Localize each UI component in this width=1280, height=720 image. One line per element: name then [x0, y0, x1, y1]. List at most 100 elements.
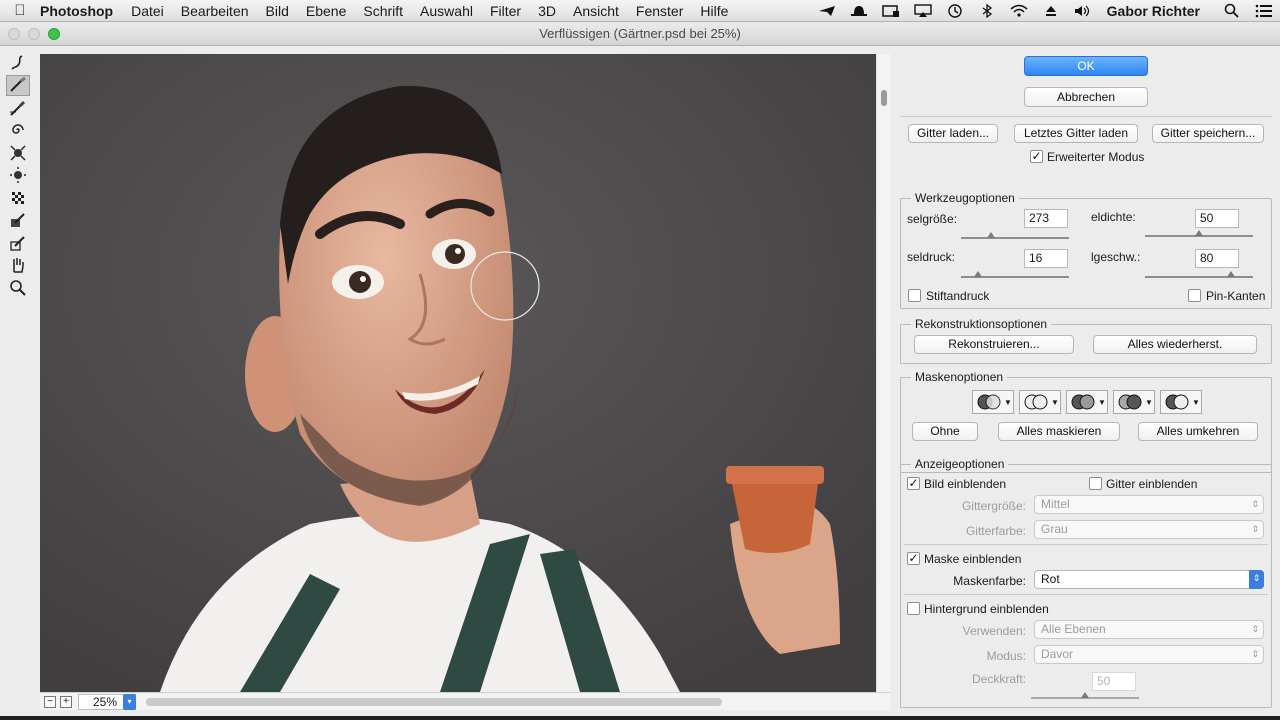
zoom-out-button[interactable]: −	[44, 695, 56, 708]
brush-size-knob[interactable]	[987, 232, 996, 238]
show-mask-label: Maske einblenden	[924, 552, 1022, 566]
mask-intersect-selection-button[interactable]: ▼	[1113, 390, 1155, 414]
zoom-dropdown-icon[interactable]: ▾	[123, 693, 136, 710]
time-machine-icon[interactable]	[939, 3, 971, 19]
close-window-button[interactable]	[8, 28, 20, 40]
zoom-in-button[interactable]: +	[60, 695, 72, 708]
pin-edges-checkbox[interactable]	[1188, 289, 1201, 302]
zoom-tool[interactable]	[6, 277, 30, 298]
hat-icon[interactable]	[843, 4, 875, 18]
mask-none-button[interactable]: Ohne	[912, 422, 978, 441]
push-left-tool[interactable]	[6, 187, 30, 208]
brush-pressure-label: seldruck:	[907, 250, 956, 264]
reconstruct-tool[interactable]	[6, 74, 30, 96]
user-name[interactable]: Gabor Richter	[1107, 3, 1200, 19]
menu-filter[interactable]: Filter	[490, 3, 521, 19]
mask-color-select[interactable]: Rot ⇕	[1034, 570, 1264, 589]
cancel-button[interactable]: Abbrechen	[1024, 87, 1148, 107]
mesh-color-value: Grau	[1041, 522, 1068, 536]
menu-hilfe[interactable]: Hilfe	[700, 3, 728, 19]
notification-center-icon[interactable]	[1248, 4, 1280, 18]
opacity-input[interactable]: 50	[1092, 672, 1136, 691]
opacity-knob[interactable]	[1081, 692, 1089, 698]
brush-pressure-knob[interactable]	[974, 271, 983, 277]
mesh-color-select[interactable]: Grau ⇕	[1034, 520, 1264, 539]
wifi-icon[interactable]	[1003, 4, 1035, 18]
advanced-mode-checkbox[interactable]: ✓	[1030, 150, 1043, 163]
minimize-window-button[interactable]	[28, 28, 40, 40]
menu-auswahl[interactable]: Auswahl	[420, 3, 473, 19]
apple-menu-icon[interactable]: 	[0, 2, 40, 19]
bluetooth-icon[interactable]	[971, 3, 1003, 19]
ok-button[interactable]: OK	[1024, 56, 1148, 76]
image-canvas[interactable]	[40, 54, 876, 692]
mode-value: Davor	[1041, 647, 1074, 661]
mask-invert-selection-button[interactable]: ▼	[1160, 390, 1202, 414]
menu-3d[interactable]: 3D	[538, 3, 556, 19]
use-layers-select[interactable]: Alle Ebenen ⇕	[1034, 620, 1264, 639]
brush-rate-input[interactable]: 80	[1195, 249, 1239, 268]
airplay-icon[interactable]	[907, 3, 939, 18]
load-mesh-button[interactable]: Gitter laden...	[908, 124, 998, 143]
vertical-scroll-thumb[interactable]	[881, 90, 887, 106]
twirl-clockwise-tool[interactable]	[6, 120, 30, 141]
brush-pressure-slider[interactable]	[961, 271, 1069, 278]
mask-all-button[interactable]: Alles maskieren	[998, 422, 1120, 441]
brush-pressure-input[interactable]: 16	[1024, 249, 1068, 268]
liquify-options-panel: OK Abbrechen Gitter laden... Letztes Git…	[900, 48, 1276, 712]
brush-density-knob[interactable]	[1195, 230, 1203, 236]
divider	[904, 594, 1268, 595]
zoom-window-button[interactable]	[48, 28, 60, 40]
opacity-slider[interactable]	[1031, 692, 1139, 699]
mode-select[interactable]: Davor ⇕	[1034, 645, 1264, 664]
load-last-mesh-button[interactable]: Letztes Gitter laden	[1014, 124, 1138, 143]
volume-icon[interactable]	[1067, 4, 1099, 18]
thaw-mask-tool[interactable]	[6, 232, 30, 253]
forward-warp-tool[interactable]	[6, 52, 30, 73]
menu-ebene[interactable]: Ebene	[306, 3, 346, 19]
reconstruct-button[interactable]: Rekonstruieren...	[914, 335, 1074, 354]
pucker-tool[interactable]	[6, 142, 30, 163]
menu-app-photoshop[interactable]: Photoshop	[40, 3, 113, 19]
push-left-icon	[12, 191, 24, 204]
bloat-tool[interactable]	[6, 165, 30, 186]
brush-rate-knob[interactable]	[1227, 271, 1236, 277]
eject-icon[interactable]	[1035, 4, 1067, 18]
show-mask-checkbox[interactable]: ✓	[907, 552, 920, 565]
select-arrows-icon: ⇕	[1251, 649, 1259, 659]
horizontal-scrollbar[interactable]	[146, 697, 722, 706]
menu-ansicht[interactable]: Ansicht	[573, 3, 619, 19]
save-mesh-button[interactable]: Gitter speichern...	[1152, 124, 1264, 143]
brush-rate-slider[interactable]	[1145, 271, 1253, 278]
menu-bild[interactable]: Bild	[266, 3, 289, 19]
invert-all-button[interactable]: Alles umkehren	[1138, 422, 1258, 441]
smooth-tool[interactable]	[6, 97, 30, 118]
spotlight-search-icon[interactable]	[1216, 3, 1248, 19]
mask-subtract-from-selection-button[interactable]: ▼	[1066, 390, 1108, 414]
menu-fenster[interactable]: Fenster	[636, 3, 683, 19]
vertical-scrollbar[interactable]	[876, 54, 890, 692]
mesh-size-select[interactable]: Mittel ⇕	[1034, 495, 1264, 514]
brush-density-input[interactable]: 50	[1195, 209, 1239, 228]
restore-all-button[interactable]: Alles wiederherst.	[1093, 335, 1257, 354]
show-mesh-checkbox[interactable]	[1089, 477, 1102, 490]
mask-replace-selection-button[interactable]: ▼	[972, 390, 1014, 414]
menu-schrift[interactable]: Schrift	[363, 3, 403, 19]
zoom-level-field[interactable]: 25% ▾	[78, 693, 136, 710]
stylus-pressure-checkbox[interactable]	[908, 289, 921, 302]
menu-bearbeiten[interactable]: Bearbeiten	[181, 3, 249, 19]
hand-tool[interactable]	[6, 255, 30, 276]
airmail-icon[interactable]	[811, 5, 843, 17]
brush-density-slider[interactable]	[1145, 230, 1253, 237]
thaw-mask-icon	[10, 235, 25, 251]
window-titlebar[interactable]: Verflüssigen (Gärtner.psd bei 25%)	[0, 22, 1280, 46]
mask-add-to-selection-button[interactable]: ▼	[1019, 390, 1061, 414]
brush-size-input[interactable]: 273	[1024, 209, 1068, 228]
menu-datei[interactable]: Datei	[131, 3, 164, 19]
mask-color-value: Rot	[1041, 572, 1060, 586]
show-backdrop-checkbox[interactable]	[907, 602, 920, 615]
show-image-checkbox[interactable]: ✓	[907, 477, 920, 490]
brush-size-slider[interactable]	[961, 232, 1069, 239]
screen-capture-icon[interactable]	[875, 4, 907, 18]
freeze-mask-tool[interactable]	[6, 210, 30, 231]
